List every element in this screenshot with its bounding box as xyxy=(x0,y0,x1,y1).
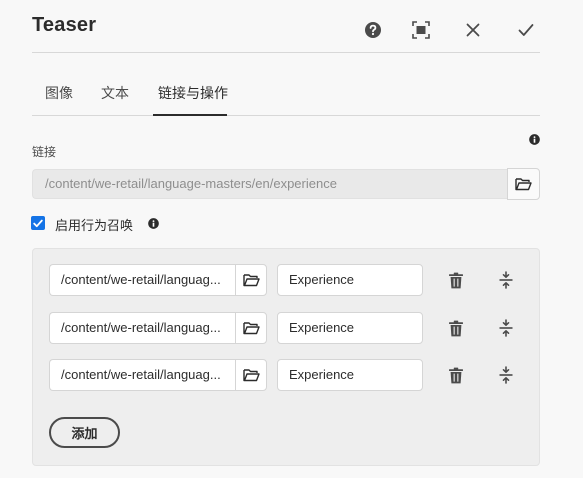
trash-icon xyxy=(449,272,463,288)
cta-checkbox[interactable] xyxy=(31,216,45,230)
add-action-button[interactable]: 添加 xyxy=(49,417,120,448)
drag-handle-icon xyxy=(499,271,513,289)
link-field-label: 链接 xyxy=(32,145,57,159)
cta-info-button[interactable] xyxy=(147,217,159,229)
drag-handle-icon xyxy=(499,319,513,337)
action-text-input[interactable]: Experience xyxy=(277,312,423,344)
reorder-handle[interactable] xyxy=(494,316,518,340)
action-text-input[interactable]: Experience xyxy=(277,264,423,296)
header-divider xyxy=(32,52,540,53)
action-link-input[interactable]: /content/we-retail/languag... xyxy=(49,264,236,296)
help-button[interactable] xyxy=(361,18,385,42)
action-link-input[interactable]: /content/we-retail/languag... xyxy=(49,359,236,391)
action-link-browse-button[interactable] xyxy=(235,312,267,344)
reorder-handle[interactable] xyxy=(494,363,518,387)
drag-handle-icon xyxy=(499,366,513,384)
cta-checkbox-label: 启用行为召唤 xyxy=(55,219,134,234)
action-link-browse-button[interactable] xyxy=(235,359,267,391)
tab-active-indicator xyxy=(153,114,227,116)
reorder-handle[interactable] xyxy=(494,268,518,292)
tab-divider xyxy=(32,115,540,116)
link-browse-button[interactable] xyxy=(507,168,540,200)
checkmark-icon xyxy=(33,219,43,227)
fullscreen-button[interactable] xyxy=(409,18,433,42)
tab-image[interactable]: 图像 xyxy=(45,83,73,103)
delete-action-button[interactable] xyxy=(444,363,468,387)
fullscreen-icon xyxy=(412,21,430,39)
info-icon xyxy=(147,217,159,229)
folder-icon xyxy=(515,178,532,191)
info-icon xyxy=(528,133,540,145)
link-info-button[interactable] xyxy=(528,133,540,145)
folder-icon xyxy=(242,369,260,382)
delete-action-button[interactable] xyxy=(444,316,468,340)
delete-action-button[interactable] xyxy=(444,268,468,292)
action-link-browse-button[interactable] xyxy=(235,264,267,296)
trash-icon xyxy=(449,367,463,383)
cancel-button[interactable] xyxy=(461,18,485,42)
done-button[interactable] xyxy=(514,18,538,42)
help-circle-icon xyxy=(365,22,381,38)
link-input[interactable]: /content/we-retail/language-masters/en/e… xyxy=(32,169,508,199)
checkmark-icon xyxy=(518,24,534,36)
action-text-input[interactable]: Experience xyxy=(277,359,423,391)
folder-icon xyxy=(242,322,260,335)
action-link-input[interactable]: /content/we-retail/languag... xyxy=(49,312,236,344)
dialog-title: Teaser xyxy=(32,14,97,36)
tab-text[interactable]: 文本 xyxy=(101,83,129,103)
tab-link-actions[interactable]: 链接与操作 xyxy=(158,83,228,103)
trash-icon xyxy=(449,320,463,336)
folder-icon xyxy=(242,274,260,287)
close-icon xyxy=(466,23,480,37)
